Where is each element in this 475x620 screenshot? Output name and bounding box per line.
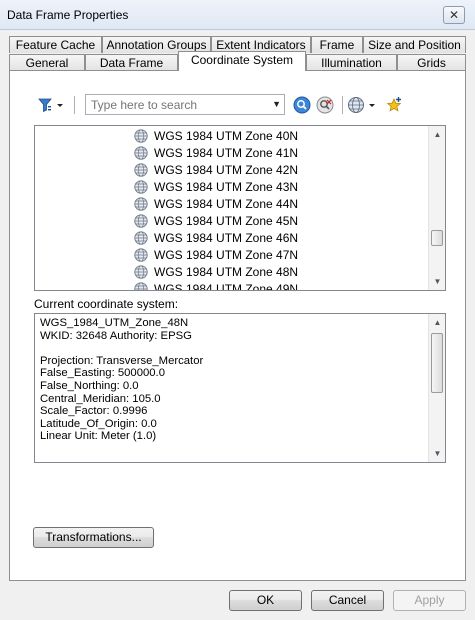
apply-button[interactable]: Apply bbox=[393, 590, 466, 611]
add-favorite-button[interactable] bbox=[384, 95, 404, 115]
clear-search-button[interactable] bbox=[315, 95, 335, 115]
globe-icon bbox=[134, 264, 148, 279]
current-system-label: Current coordinate system: bbox=[34, 297, 179, 311]
coordinate-list-item[interactable]: WGS 1984 UTM Zone 47N bbox=[134, 246, 298, 263]
globe-icon bbox=[134, 230, 148, 245]
coordinate-list-item[interactable]: WGS 1984 UTM Zone 49N bbox=[134, 280, 299, 291]
clear-search-icon bbox=[316, 96, 334, 114]
favorite-star-icon bbox=[386, 97, 402, 112]
scroll-down-arrow-icon[interactable]: ▼ bbox=[429, 273, 445, 290]
tab-size-and-position[interactable]: Size and Position bbox=[363, 36, 466, 53]
current-system-text: WGS_1984_UTM_Zone_48N WKID: 32648 Author… bbox=[40, 317, 204, 443]
tab-grids[interactable]: Grids bbox=[397, 54, 466, 71]
list-scrollbar[interactable]: ▲ ▼ bbox=[428, 126, 445, 290]
scroll-down-arrow-icon[interactable]: ▼ bbox=[429, 445, 446, 462]
globe-icon bbox=[134, 179, 148, 194]
globe-icon bbox=[134, 247, 148, 262]
chevron-down-icon[interactable]: ▼ bbox=[272, 99, 281, 109]
scroll-thumb[interactable] bbox=[431, 333, 443, 393]
tab-illumination[interactable]: Illumination bbox=[306, 54, 397, 71]
search-icon bbox=[293, 96, 311, 114]
window-title: Data Frame Properties bbox=[7, 8, 129, 22]
coordinate-toolbar: ▼ bbox=[36, 93, 416, 117]
coordinate-list-item-label: WGS 1984 UTM Zone 43N bbox=[154, 179, 299, 194]
tab-general[interactable]: General bbox=[9, 54, 85, 71]
coordinate-list-item[interactable]: WGS 1984 UTM Zone 42N bbox=[134, 161, 298, 178]
coordinate-list-item[interactable]: WGS 1984 UTM Zone 45N bbox=[134, 212, 298, 229]
globe-icon bbox=[134, 145, 148, 160]
filter-dropdown-button[interactable] bbox=[36, 95, 66, 115]
globe-icon bbox=[134, 281, 148, 290]
search-input[interactable] bbox=[86, 95, 261, 114]
tab-feature-cache[interactable]: Feature Cache bbox=[9, 36, 102, 53]
coordinate-list-item-label: WGS 1984 UTM Zone 45N bbox=[154, 213, 299, 228]
coordinate-list-item-label: WGS 1984 UTM Zone 47N bbox=[154, 247, 299, 262]
tab-data-frame[interactable]: Data Frame bbox=[85, 54, 178, 71]
coordinate-list-item[interactable]: WGS 1984 UTM Zone 44N bbox=[134, 195, 298, 212]
tab-frame[interactable]: Frame bbox=[311, 36, 363, 53]
coordinate-list-item-label: WGS 1984 UTM Zone 40N bbox=[154, 128, 299, 143]
scroll-thumb[interactable] bbox=[431, 230, 443, 246]
search-button[interactable] bbox=[292, 95, 312, 115]
coordinate-list-item-label: WGS 1984 UTM Zone 41N bbox=[154, 145, 299, 160]
transformations-button[interactable]: Transformations... bbox=[33, 527, 154, 548]
coordinate-list-item[interactable]: WGS 1984 UTM Zone 41N bbox=[134, 144, 298, 161]
coordinate-list-item[interactable]: WGS 1984 UTM Zone 48N bbox=[134, 263, 298, 280]
coordinate-list-item-label: WGS 1984 UTM Zone 49N bbox=[154, 281, 299, 291]
globe-icon bbox=[134, 162, 148, 177]
coordinate-system-list[interactable]: WGS 1984 UTM Zone 40N WGS 1984 UTM Zone 4… bbox=[34, 125, 446, 291]
coordinate-list-item[interactable]: WGS 1984 UTM Zone 46N bbox=[134, 229, 298, 246]
filter-icon bbox=[38, 98, 63, 113]
coordinate-list-item-label: WGS 1984 UTM Zone 44N bbox=[154, 196, 299, 211]
coordinate-list-item[interactable]: WGS 1984 UTM Zone 40N bbox=[134, 127, 298, 144]
globe-icon bbox=[134, 196, 148, 211]
coordinate-list-item[interactable]: WGS 1984 UTM Zone 43N bbox=[134, 178, 298, 195]
close-button[interactable]: ✕ bbox=[443, 6, 465, 24]
tab-row-bottom: General Data Frame Coordinate System Ill… bbox=[9, 51, 466, 71]
globe-icon bbox=[134, 213, 148, 228]
details-scrollbar[interactable]: ▲ ▼ bbox=[428, 314, 445, 462]
tab-coordinate-system[interactable]: Coordinate System bbox=[178, 51, 306, 71]
scroll-up-arrow-icon[interactable]: ▲ bbox=[429, 126, 445, 143]
coordinate-list-item-label: WGS 1984 UTM Zone 48N bbox=[154, 264, 299, 279]
globe-dropdown-icon bbox=[348, 97, 375, 113]
title-bar: Data Frame Properties ✕ bbox=[0, 0, 475, 30]
coordinate-list-item-label: WGS 1984 UTM Zone 46N bbox=[154, 230, 299, 245]
globe-icon bbox=[134, 128, 148, 143]
coordinate-list-item-label: WGS 1984 UTM Zone 42N bbox=[154, 162, 299, 177]
current-system-details[interactable]: WGS_1984_UTM_Zone_48N WKID: 32648 Author… bbox=[34, 313, 446, 463]
ok-button[interactable]: OK bbox=[229, 590, 302, 611]
scroll-up-arrow-icon[interactable]: ▲ bbox=[429, 314, 446, 331]
search-field[interactable]: ▼ bbox=[85, 94, 285, 115]
cancel-button[interactable]: Cancel bbox=[311, 590, 384, 611]
add-coordinate-system-button[interactable] bbox=[347, 95, 379, 115]
